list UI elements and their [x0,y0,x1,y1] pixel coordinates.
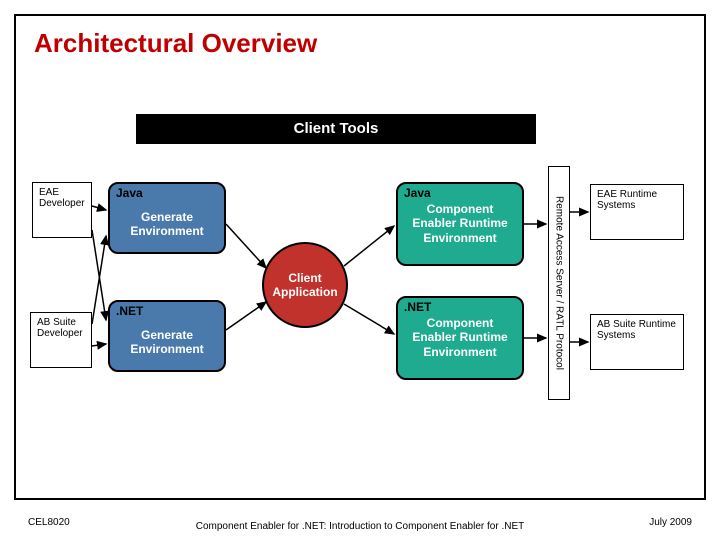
box-gen-java: Java Generate Environment [108,182,226,254]
label-java: Java [116,186,143,200]
box-rt-net: .NET Component Enabler Runtime Environme… [396,296,524,380]
client-tools-banner: Client Tools [136,114,536,144]
box-ab-runtime: AB Suite Runtime Systems [590,314,684,370]
box-eae-runtime: EAE Runtime Systems [590,184,684,240]
page-title: Architectural Overview [34,28,317,59]
slide-frame [14,14,706,500]
text-rt-java: Component Enabler Runtime Environment [398,202,522,245]
label-net: .NET [116,304,143,318]
box-ratl: Remote Access Server / RATL Protocol [548,166,570,400]
footer-date: July 2009 [649,517,692,528]
footer: CEL8020 Component Enabler for .NET: Intr… [0,504,720,532]
text-rt-net: Component Enabler Runtime Environment [398,316,522,359]
box-eae-developer: EAE Developer [32,182,92,238]
box-rt-java: Java Component Enabler Runtime Environme… [396,182,524,266]
text-gen-net: Generate Environment [110,328,224,357]
box-gen-net: .NET Generate Environment [108,300,226,372]
text-gen-java: Generate Environment [110,210,224,239]
footer-subtitle: Component Enabler for .NET: Introduction… [0,521,720,532]
circle-client-app: Client Application [262,242,348,328]
label-rt-java: Java [404,186,431,200]
label-rt-net: .NET [404,300,431,314]
text-client-app: Client Application [264,271,346,300]
box-ab-developer: AB Suite Developer [30,312,92,368]
